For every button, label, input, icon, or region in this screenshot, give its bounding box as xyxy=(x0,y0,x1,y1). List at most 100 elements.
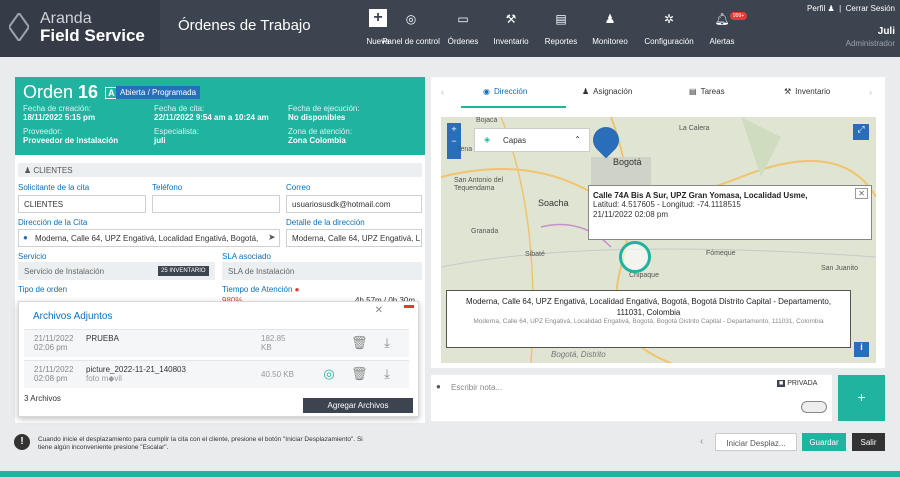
tools-icon: ⚒ xyxy=(784,87,792,96)
inventory-tag[interactable]: 25 INVENTARIO xyxy=(158,266,209,276)
map-label: San Antonio del Tequendama xyxy=(454,177,504,192)
tab-indicator xyxy=(461,106,566,108)
chat-icon: ● xyxy=(436,382,441,391)
add-note-button[interactable]: + xyxy=(838,375,885,421)
map[interactable]: + − ◈ Capas ⌃ Bojacá La Calera Tena Bogotá … xyxy=(441,117,876,363)
start-travel-button[interactable]: Iniciar Desplaz... xyxy=(715,433,797,451)
alerts-badge: 999+ xyxy=(730,12,748,20)
nav-ordenes[interactable]: ▭ Órdenes xyxy=(444,6,482,52)
requester-label: Solicitante de la cita xyxy=(18,183,90,192)
page-title: Órdenes de Trabajo xyxy=(178,17,311,34)
chevron-left-icon[interactable]: ‹ xyxy=(441,87,444,97)
provider-field: Proveedor: Proveedor de Instalación xyxy=(23,127,119,145)
email-label: Correo xyxy=(286,183,311,192)
compass-icon: ◉ xyxy=(483,87,490,96)
pin-icon: ● xyxy=(23,233,28,242)
created-field: Fecha de creación: 18/11/2022 5:15 pm xyxy=(23,104,96,122)
attachments-popup: Archivos Adjuntos ✕ 21/11/2022 02:06 pm P… xyxy=(18,301,419,417)
target-marker-icon[interactable] xyxy=(619,241,651,273)
tab-inventario[interactable]: ⚒ Inventario xyxy=(784,87,830,96)
phone-label: Teléfono xyxy=(152,183,183,192)
chevron-up-icon: ⌃ xyxy=(574,135,581,144)
lock-icon: ■ xyxy=(777,380,786,387)
map-label: La Calera xyxy=(679,125,710,132)
dashboard-icon: ◎ xyxy=(405,12,417,26)
profile-link[interactable]: Perfil xyxy=(807,4,825,13)
nav-monitoreo[interactable]: ♟ Monitoreo xyxy=(588,6,632,52)
user-role: Administrador xyxy=(845,39,895,48)
chevron-left-icon[interactable]: ‹ xyxy=(700,436,703,447)
warning-icon: ! xyxy=(14,434,30,450)
map-label: Sibaté xyxy=(525,251,545,258)
map-label: Bojacá xyxy=(476,117,498,124)
clients-section: ♟ CLIENTES xyxy=(18,163,422,177)
close-icon[interactable]: ✕ xyxy=(375,305,383,316)
requester-input[interactable]: CLIENTES xyxy=(18,195,146,213)
map-label: Fómeque xyxy=(706,250,736,257)
time-label: Tiempo de Atención ● xyxy=(222,285,300,294)
address-popup: Moderna, Calle 64, UPZ Engativá, Localid… xyxy=(446,290,851,348)
map-label: Chipaque xyxy=(629,272,659,279)
person-icon: ♟ xyxy=(582,87,590,96)
close-icon[interactable]: ✕ xyxy=(855,188,868,199)
sla-label: SLA asociado xyxy=(222,252,271,261)
map-label: Tena xyxy=(457,146,473,153)
tab-tareas[interactable]: ▤ Tareas xyxy=(689,87,725,96)
toggle-switch[interactable] xyxy=(801,401,827,413)
save-button[interactable]: Guardar xyxy=(802,433,846,451)
private-toggle[interactable]: ■ PRIVADA xyxy=(777,380,817,387)
zoom-control[interactable]: + − xyxy=(447,123,461,159)
attachment-row[interactable]: 21/11/2022 02:08 pm picture_2022-11-21_14… xyxy=(24,360,409,388)
target-icon[interactable]: ◎ xyxy=(321,366,337,382)
address-label: Dirección de la Cita xyxy=(18,218,88,227)
fullscreen-icon[interactable]: ⤢ xyxy=(853,124,869,140)
zone-field: Zona de atención: Zona Colombia xyxy=(288,127,353,145)
bottom-accent-bar xyxy=(0,471,900,477)
nav-reportes[interactable]: ▤ Reportes xyxy=(540,6,582,52)
download-icon[interactable]: ⤓ xyxy=(379,335,395,351)
map-label: Bogotá, Distrito xyxy=(551,350,606,359)
logout-link[interactable]: Cerrar Sesión xyxy=(846,4,895,13)
detail-input[interactable]: Moderna, Calle 64, UPZ Engativá, L xyxy=(286,229,422,247)
map-label: Granada xyxy=(471,228,499,235)
attachment-row[interactable]: 21/11/2022 02:06 pm PRUEBA 182.85 KB 🗑︎ ⤓ xyxy=(24,329,409,357)
nav-inventario[interactable]: ⚒ Inventario xyxy=(488,6,534,52)
tasks-icon: ▤ xyxy=(689,87,697,96)
footer-message: Cuando inicie el desplazamiento para cum… xyxy=(38,436,363,451)
reports-icon: ▤ xyxy=(555,12,567,26)
person-icon: ♟ xyxy=(24,166,32,175)
orders-icon: ▭ xyxy=(457,12,469,26)
map-label: San Juanito xyxy=(821,265,858,272)
note-box[interactable]: ● Escribir nota... ■ PRIVADA xyxy=(431,375,832,421)
layers-dropdown[interactable]: ◈ Capas ⌃ xyxy=(474,128,590,152)
download-icon[interactable]: ⤓ xyxy=(379,366,395,382)
nav-panel[interactable]: ◎ Panel de control xyxy=(378,6,444,52)
note-placeholder[interactable]: Escribir nota... xyxy=(451,383,502,392)
brand-mark-icon xyxy=(9,13,29,41)
tab-asignacion[interactable]: ♟ Asignación xyxy=(582,87,632,96)
trash-icon[interactable]: 🗑︎ xyxy=(351,366,368,382)
detail-panel: ‹ ◉ Dirección ♟ Asignación ▤ Tareas ⚒ Invent… xyxy=(431,77,885,368)
locate-icon[interactable]: ➤ xyxy=(268,232,276,243)
email-input[interactable]: usuariosusdk@hotmail.com xyxy=(286,195,422,213)
attachments-count: 3 Archivos xyxy=(24,394,61,403)
attachments-title: Archivos Adjuntos xyxy=(33,311,113,322)
exit-button[interactable]: Salir xyxy=(852,433,885,451)
brand-logo[interactable]: Aranda Field Service xyxy=(0,0,160,57)
person-icon: ♟ xyxy=(827,4,835,13)
info-icon[interactable]: i xyxy=(854,342,869,357)
add-files-button[interactable]: Agregar Archivos xyxy=(303,398,413,413)
status-badge: Abierta / Programada xyxy=(116,86,201,99)
sla-input: SLA de Instalación xyxy=(222,262,422,280)
chevron-right-icon[interactable]: › xyxy=(869,87,872,97)
trash-icon[interactable]: 🗑︎ xyxy=(351,335,368,351)
map-label: Bogotá xyxy=(613,157,642,167)
alert-icon: ● xyxy=(294,285,300,294)
order-header: Orden 16 A Abierta / Programada Fecha de… xyxy=(15,77,425,155)
user-name: Juli xyxy=(877,26,895,37)
phone-input[interactable] xyxy=(152,195,280,213)
zoom-in-icon: + xyxy=(451,124,457,134)
address-input[interactable]: ● Moderna, Calle 64, UPZ Engativá, Locali… xyxy=(18,229,280,247)
tab-direccion[interactable]: ◉ Dirección xyxy=(483,87,527,96)
nav-configuracion[interactable]: ✲ Configuración xyxy=(638,6,700,52)
